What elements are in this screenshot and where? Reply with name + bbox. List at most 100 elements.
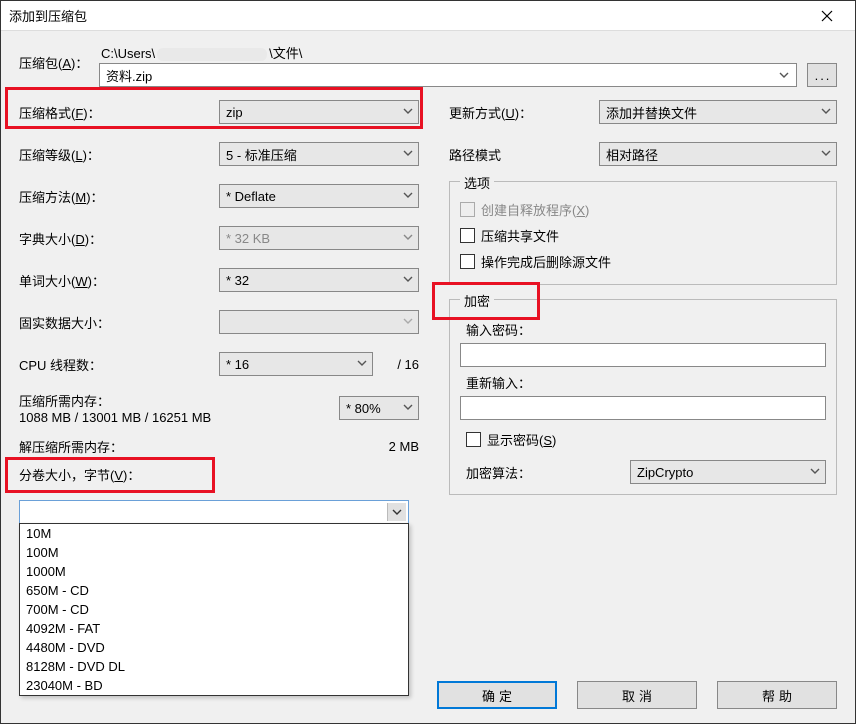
options-fieldset: 选项 创建自释放程序(X) 压缩共享文件 操作完成后删除源文件: [449, 181, 837, 285]
update-row: 更新方式(U)： 添加并替换文件: [449, 97, 837, 127]
solid-select: [219, 310, 419, 334]
window-title: 添加到压缩包: [9, 6, 807, 25]
split-option[interactable]: 100M: [20, 543, 408, 562]
split-option[interactable]: 8128M - DVD DL: [20, 657, 408, 676]
solid-label: 固实数据大小：: [19, 313, 219, 332]
chevron-down-icon: [402, 105, 414, 120]
enc-algo-label: 加密算法：: [460, 463, 630, 482]
cpu-select[interactable]: * 16: [219, 352, 373, 376]
shared-check-row: 压缩共享文件: [460, 222, 826, 248]
word-label: 单词大小(W)：: [19, 271, 219, 290]
dict-row: 字典大小(D)： * 32 KB: [19, 223, 419, 253]
encrypt-legend: 加密: [460, 291, 494, 310]
level-select[interactable]: 5 - 标准压缩: [219, 142, 419, 166]
chevron-down-icon: [402, 189, 414, 204]
password2-label: 重新输入：: [466, 373, 826, 392]
archive-label: 压缩包(A)：: [19, 43, 99, 72]
showpwd-label: 显示密码(S): [487, 430, 556, 449]
chevron-down-icon: [402, 273, 414, 288]
cancel-button[interactable]: 取消: [577, 681, 697, 709]
showpwd-checkbox[interactable]: [466, 432, 481, 447]
format-select[interactable]: zip: [219, 100, 419, 124]
pathmode-select[interactable]: 相对路径: [599, 142, 837, 166]
shared-checkbox[interactable]: [460, 228, 475, 243]
pathmode-row: 路径模式 相对路径: [449, 139, 837, 169]
method-row: 压缩方法(M)： * Deflate: [19, 181, 419, 211]
split-option[interactable]: 4480M - DVD: [20, 638, 408, 657]
pathmode-label: 路径模式: [449, 145, 599, 164]
enc-algo-row: 加密算法： ZipCrypto: [460, 460, 826, 484]
close-icon: [821, 10, 833, 22]
encrypt-fieldset: 加密 输入密码： 重新输入： 显示密码(S) 加密算法：: [449, 299, 837, 495]
delete-label: 操作完成后删除源文件: [481, 252, 611, 271]
split-input[interactable]: [19, 500, 409, 524]
left-column: 压缩格式(F)： zip 压缩等级(L)：: [19, 97, 419, 524]
delete-checkbox[interactable]: [460, 254, 475, 269]
dict-label: 字典大小(D)：: [19, 229, 219, 248]
browse-button[interactable]: ...: [807, 63, 837, 87]
chevron-down-icon: [402, 231, 414, 246]
chevron-down-icon: [402, 401, 414, 416]
help-button[interactable]: 帮助: [717, 681, 837, 709]
mem-compress-label: 压缩所需内存：: [19, 391, 339, 410]
format-label: 压缩格式(F)：: [19, 103, 219, 122]
sfx-label: 创建自释放程序(X): [481, 200, 589, 219]
sfx-check-row: 创建自释放程序(X): [460, 196, 826, 222]
close-button[interactable]: [807, 2, 847, 30]
split-label: 分卷大小，字节(V)：: [19, 465, 419, 484]
split-option[interactable]: 700M - CD: [20, 600, 408, 619]
titlebar: 添加到压缩包: [1, 1, 855, 31]
solid-row: 固实数据大小：: [19, 307, 419, 337]
mem-compress-row: 压缩所需内存： 1088 MB / 13001 MB / 16251 MB * …: [19, 391, 419, 425]
cpu-total: / 16: [379, 357, 419, 372]
chevron-down-icon: [776, 67, 792, 83]
chevron-down-icon: [820, 105, 832, 120]
split-option[interactable]: 1000M: [20, 562, 408, 581]
mem-decompress-row: 解压缩所需内存： 2 MB: [19, 433, 419, 459]
split-section: 分卷大小，字节(V)： 10M100M1000M650M - CD700M - …: [19, 465, 419, 524]
split-option[interactable]: 650M - CD: [20, 581, 408, 600]
dialog-content: 压缩包(A)： C:\Users\\文件\ 资料.zip ...: [1, 31, 855, 671]
password-label: 输入密码：: [466, 320, 826, 339]
delete-check-row: 操作完成后删除源文件: [460, 248, 826, 274]
split-option[interactable]: 23040M - BD: [20, 676, 408, 695]
split-combo[interactable]: 10M100M1000M650M - CD700M - CD4092M - FA…: [19, 500, 409, 524]
dict-select[interactable]: * 32 KB: [219, 226, 419, 250]
archive-name-value: 资料.zip: [106, 66, 152, 85]
sfx-checkbox: [460, 202, 475, 217]
level-row: 压缩等级(L)： 5 - 标准压缩: [19, 139, 419, 169]
path-mask: [157, 48, 267, 61]
word-select[interactable]: * 32: [219, 268, 419, 292]
chevron-down-icon: [820, 147, 832, 162]
ok-button[interactable]: 确定: [437, 681, 557, 709]
right-column: 更新方式(U)： 添加并替换文件 路径模式 相对路径: [449, 97, 837, 524]
update-select[interactable]: 添加并替换文件: [599, 100, 837, 124]
mem-decompress-value: 2 MB: [339, 439, 419, 454]
chevron-down-icon: [387, 503, 406, 521]
method-label: 压缩方法(M)：: [19, 187, 219, 206]
archive-row: 压缩包(A)： C:\Users\\文件\ 资料.zip ...: [19, 43, 837, 87]
mem-percent-select[interactable]: * 80%: [339, 396, 419, 420]
chevron-down-icon: [356, 357, 368, 372]
format-row: 压缩格式(F)： zip: [19, 97, 419, 127]
cpu-row: CPU 线程数： * 16 / 16: [19, 349, 419, 379]
shared-label: 压缩共享文件: [481, 226, 559, 245]
dialog-window: 添加到压缩包 压缩包(A)： C:\Users\\文件\ 资料.zip ...: [0, 0, 856, 724]
split-option[interactable]: 4092M - FAT: [20, 619, 408, 638]
archive-path: C:\Users\\文件\: [99, 43, 837, 63]
chevron-down-icon: [809, 465, 821, 480]
update-label: 更新方式(U)：: [449, 103, 599, 122]
split-option[interactable]: 10M: [20, 524, 408, 543]
split-dropdown-list: 10M100M1000M650M - CD700M - CD4092M - FA…: [19, 523, 409, 696]
password-input[interactable]: [460, 343, 826, 367]
chevron-down-icon: [402, 315, 414, 330]
archive-name-combo[interactable]: 资料.zip: [99, 63, 797, 87]
password2-input[interactable]: [460, 396, 826, 420]
method-select[interactable]: * Deflate: [219, 184, 419, 208]
options-legend: 选项: [460, 173, 494, 192]
enc-algo-select[interactable]: ZipCrypto: [630, 460, 826, 484]
mem-decompress-label: 解压缩所需内存：: [19, 437, 339, 456]
columns: 压缩格式(F)： zip 压缩等级(L)：: [19, 97, 837, 524]
mem-compress-value: 1088 MB / 13001 MB / 16251 MB: [19, 410, 339, 425]
level-label: 压缩等级(L)：: [19, 145, 219, 164]
